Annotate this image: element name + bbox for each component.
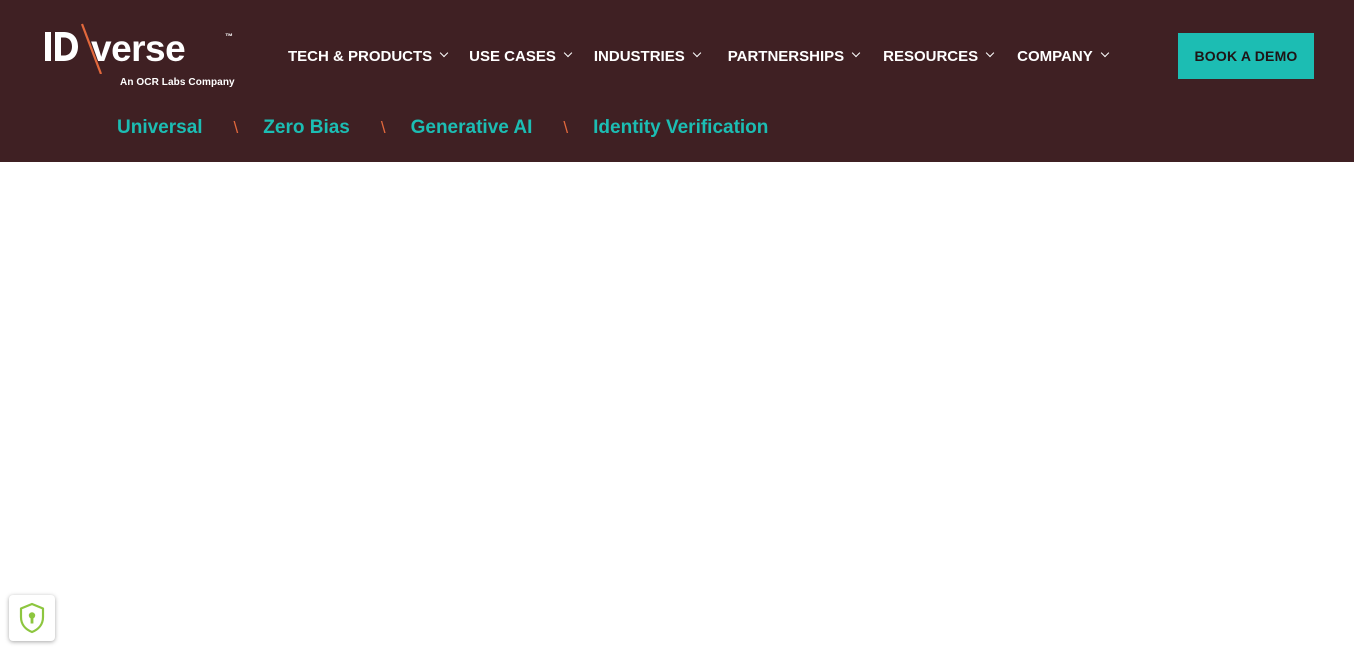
chevron-down-icon [563, 48, 573, 57]
subnav-link-universal[interactable]: Universal [117, 117, 203, 139]
chevron-down-icon [1100, 48, 1109, 57]
shield-lock-icon [19, 602, 45, 634]
subnav-link-identity-verification[interactable]: Identity Verification [593, 117, 768, 139]
nav-label: COMPANY [1017, 47, 1093, 65]
logo-tagline: An OCR Labs Company [120, 77, 235, 88]
svg-text:verse: verse [91, 28, 185, 69]
nav-label: USE CASES [469, 47, 556, 65]
svg-text:™: ™ [225, 32, 233, 41]
chevron-down-icon [851, 48, 861, 57]
nav-tech-products[interactable]: TECH & PRODUCTS [288, 44, 449, 68]
feature-subnav: Universal \ Zero Bias \ Generative AI \ … [117, 115, 768, 141]
subnav-separator: \ [563, 118, 569, 137]
subnav-link-generative-ai[interactable]: Generative AI [411, 117, 533, 139]
privacy-settings-button[interactable] [9, 595, 55, 641]
main-nav: TECH & PRODUCTS USE CASES INDUSTRIES PAR… [288, 44, 1109, 68]
nav-resources[interactable]: RESOURCES [883, 44, 995, 68]
subnav-link-zero-bias[interactable]: Zero Bias [263, 117, 350, 139]
idverse-wordmark: verse ™ [45, 23, 233, 74]
subnav-separator: \ [380, 118, 386, 137]
nav-label: INDUSTRIES [593, 47, 685, 65]
nav-company[interactable]: COMPANY [1017, 44, 1109, 68]
nav-industries[interactable]: INDUSTRIES [593, 44, 701, 68]
idverse-logo[interactable]: verse ™ An OCR Labs Company [45, 22, 240, 92]
site-header: verse ™ An OCR Labs Company TECH & PRODU… [0, 0, 1354, 162]
chevron-down-icon [692, 48, 701, 57]
chevron-down-icon [439, 48, 449, 57]
nav-partnerships[interactable]: PARTNERSHIPS [727, 44, 861, 68]
nav-label: TECH & PRODUCTS [288, 47, 433, 65]
subnav-separator: \ [233, 118, 239, 137]
chevron-down-icon [985, 48, 995, 57]
nav-label: PARTNERSHIPS [727, 47, 845, 65]
nav-label: RESOURCES [883, 47, 979, 65]
book-demo-button[interactable]: BOOK A DEMO [1178, 33, 1314, 79]
nav-use-cases[interactable]: USE CASES [469, 44, 573, 68]
